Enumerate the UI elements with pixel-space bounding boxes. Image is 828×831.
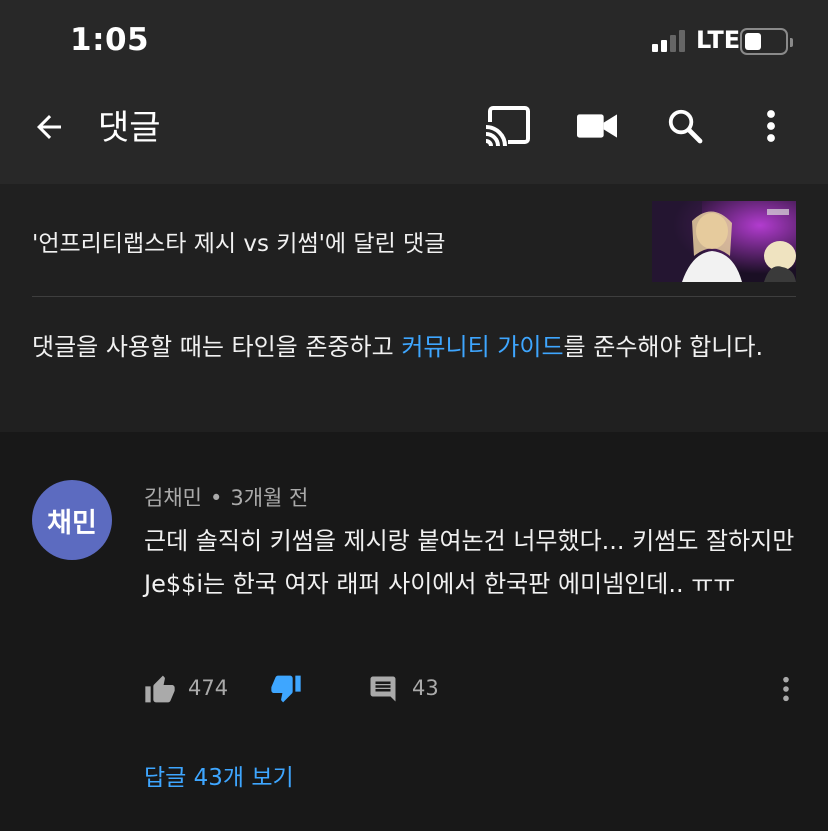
video-camera-icon bbox=[577, 114, 617, 138]
more-vertical-icon bbox=[783, 676, 789, 702]
comment-item: 채민 김채민 • 3개월 전 근데 솔직히 키썸을 제시랑 붙여논건 너무했다...… bbox=[0, 432, 828, 831]
reply-count: 43 bbox=[412, 676, 439, 700]
comment-time: 3개월 전 bbox=[230, 486, 309, 510]
dislike-button[interactable] bbox=[270, 672, 302, 706]
comment-info-panel: '언프리티랩스타 제시 vs 키썸'에 달린 댓글 댓글을 사용할 때는 타인을… bbox=[0, 184, 828, 432]
reply-button[interactable] bbox=[368, 672, 398, 706]
cast-button[interactable] bbox=[480, 100, 536, 152]
avatar[interactable]: 채민 bbox=[32, 480, 112, 560]
comment-meta: 김채민 • 3개월 전 bbox=[144, 482, 308, 512]
video-title-line: '언프리티랩스타 제시 vs 키썸'에 달린 댓글 bbox=[32, 231, 446, 257]
guideline-text-end: 를 준수해야 합니다. bbox=[563, 333, 764, 361]
status-bar: 1:05 LTE bbox=[0, 0, 828, 82]
search-icon bbox=[668, 109, 703, 144]
guideline-text: 댓글을 사용할 때는 타인을 존중하고 bbox=[32, 333, 402, 361]
comment-reply-icon bbox=[370, 676, 396, 702]
battery-icon bbox=[740, 28, 793, 55]
comment-text: 근데 솔직히 키썸을 제시랑 붙여논건 너무했다... 키썸도 잘하지만 Je$… bbox=[144, 527, 795, 598]
cellular-signal-icon bbox=[652, 30, 688, 52]
thumbs-up-icon bbox=[145, 675, 175, 703]
video-thumbnail[interactable] bbox=[652, 201, 796, 282]
cast-icon bbox=[484, 106, 530, 146]
thumbs-down-icon bbox=[271, 675, 301, 703]
community-guideline-notice: 댓글을 사용할 때는 타인을 존중하고 커뮤니티 가이드를 준수해야 합니다. bbox=[32, 328, 802, 366]
like-count: 474 bbox=[188, 676, 229, 700]
more-vertical-icon bbox=[767, 110, 775, 142]
network-type: LTE bbox=[696, 26, 741, 54]
like-button[interactable] bbox=[144, 672, 176, 706]
thumbnail-image bbox=[652, 201, 796, 282]
status-time: 1:05 bbox=[70, 22, 150, 58]
view-replies-button[interactable]: 답글 43개 보기 bbox=[144, 758, 294, 792]
upload-video-button[interactable] bbox=[572, 100, 622, 152]
back-button[interactable] bbox=[24, 102, 74, 152]
comment-more-button[interactable] bbox=[782, 672, 790, 706]
community-guidelines-link[interactable]: 커뮤니티 가이드 bbox=[401, 333, 563, 361]
back-arrow-icon bbox=[37, 115, 61, 139]
divider bbox=[32, 296, 796, 297]
page-title: 댓글 bbox=[98, 108, 161, 148]
meta-separator: • bbox=[209, 486, 223, 510]
search-button[interactable] bbox=[660, 100, 710, 152]
app-bar: 댓글 bbox=[0, 82, 828, 184]
comment-author[interactable]: 김채민 bbox=[144, 486, 202, 510]
more-options-button[interactable] bbox=[748, 100, 794, 152]
